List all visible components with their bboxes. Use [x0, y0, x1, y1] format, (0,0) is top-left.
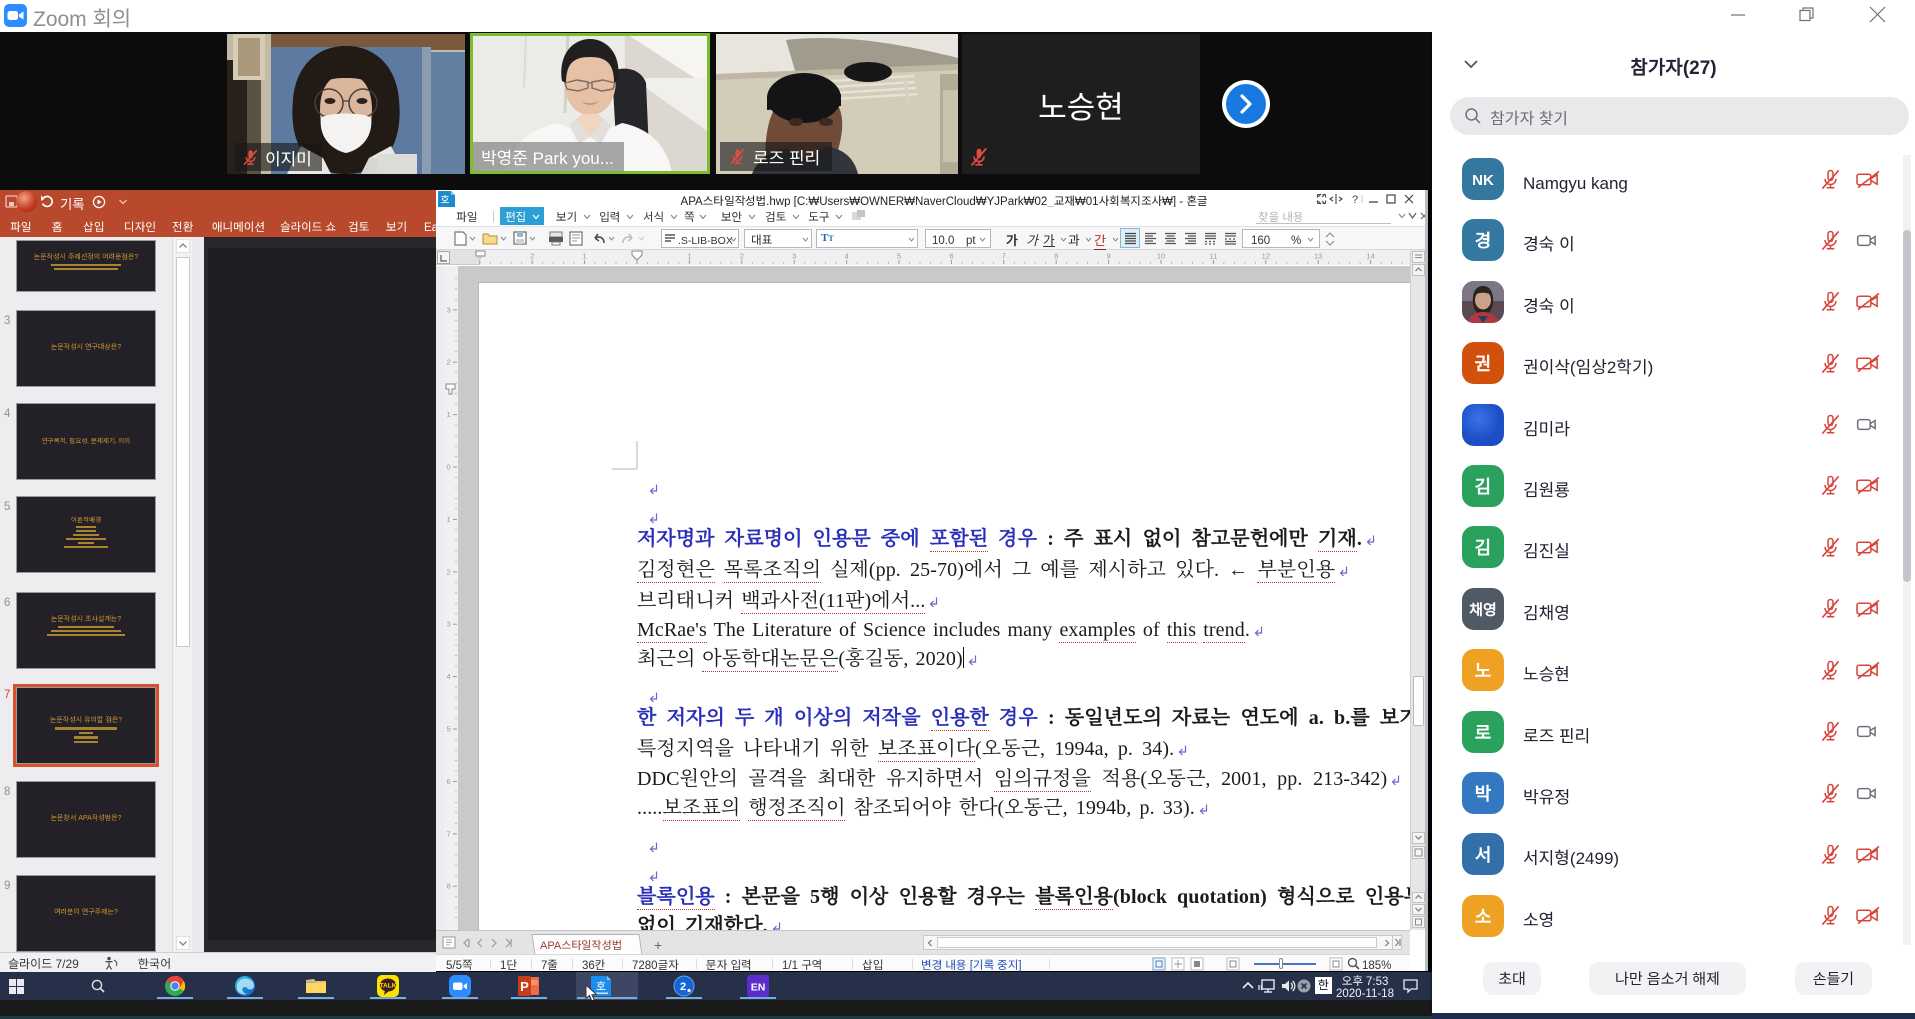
- svg-text:0: 0: [447, 463, 451, 472]
- svg-text:9: 9: [1107, 252, 1111, 261]
- svg-text:2: 2: [530, 252, 534, 261]
- svg-text:2: 2: [740, 252, 744, 261]
- svg-text:1: 1: [447, 410, 451, 419]
- svg-text:2: 2: [680, 981, 686, 993]
- svg-text:13: 13: [1314, 252, 1322, 261]
- svg-text:1: 1: [687, 252, 691, 261]
- svg-text:7: 7: [1002, 252, 1006, 261]
- svg-text:8: 8: [447, 882, 451, 891]
- svg-text:4: 4: [447, 672, 451, 681]
- svg-text:4: 4: [845, 252, 849, 261]
- svg-text:?: ?: [1352, 194, 1358, 205]
- svg-text:EN: EN: [751, 982, 766, 994]
- svg-text:6: 6: [447, 777, 451, 786]
- svg-text:5: 5: [447, 725, 451, 734]
- svg-text:5: 5: [897, 252, 901, 261]
- svg-text:1: 1: [583, 252, 587, 261]
- svg-text:8: 8: [1054, 252, 1058, 261]
- svg-text:10: 10: [1157, 252, 1165, 261]
- svg-text:2: 2: [447, 358, 451, 367]
- svg-text:2: 2: [447, 567, 451, 576]
- svg-text:3: 3: [447, 620, 451, 629]
- svg-text:14: 14: [1366, 252, 1374, 261]
- svg-text:3: 3: [792, 252, 796, 261]
- svg-text:3: 3: [447, 305, 451, 314]
- svg-text:11: 11: [1210, 252, 1218, 261]
- svg-text:P: P: [520, 979, 529, 994]
- svg-text:1: 1: [447, 515, 451, 524]
- svg-text:7: 7: [447, 829, 451, 838]
- svg-text:6: 6: [949, 252, 953, 261]
- svg-text:12: 12: [1262, 252, 1270, 261]
- svg-text:TALK: TALK: [380, 983, 397, 990]
